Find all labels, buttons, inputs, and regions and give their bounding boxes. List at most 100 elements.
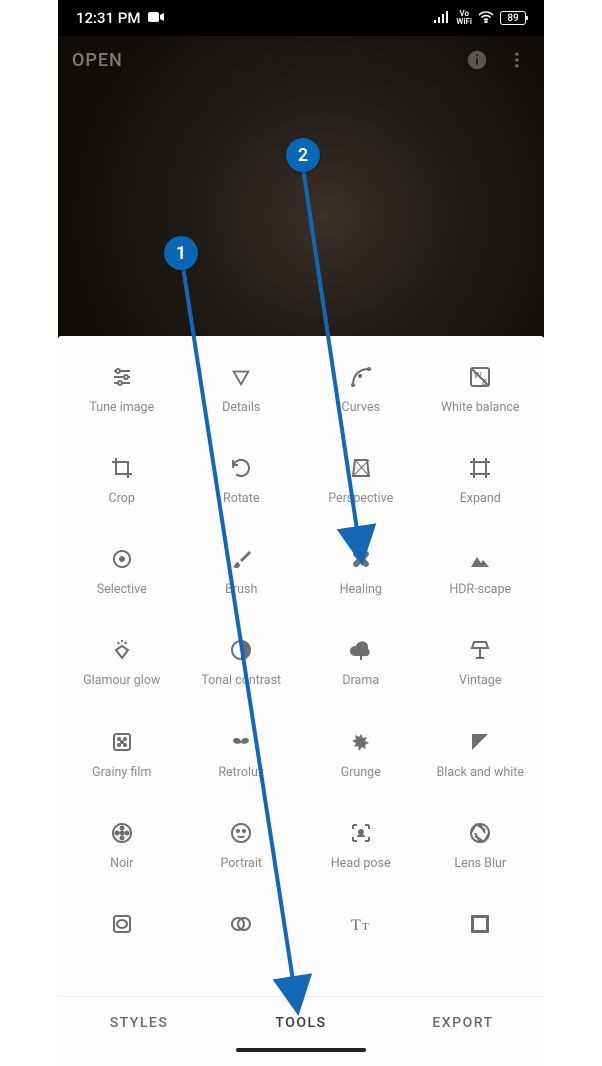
tool-label: Grainy film <box>92 765 151 781</box>
sliders-icon <box>107 362 137 392</box>
status-bar: 12:31 PM Vo WiFi 89 <box>58 0 544 36</box>
camera-icon <box>148 9 164 27</box>
annotation-badge-1: 1 <box>164 236 198 270</box>
tool-label: Noir <box>110 856 133 872</box>
svg-text:T: T <box>362 921 369 933</box>
tool-label: Healing <box>340 582 382 598</box>
letterbox-frame: 12:31 PM Vo WiFi 89 <box>58 0 544 1066</box>
tool-label: Crop <box>109 491 135 507</box>
bandaid-icon <box>346 544 376 574</box>
tool-label: Rotate <box>223 491 259 507</box>
annotation-badge-2: 2 <box>286 138 320 172</box>
tool-portrait[interactable]: Portrait <box>182 810 302 901</box>
tool-white-balance[interactable]: WB White balance <box>421 354 541 445</box>
brush-icon <box>226 544 256 574</box>
tool-lens-blur[interactable]: Lens Blur <box>421 810 541 901</box>
tool-glamour-glow[interactable]: Glamour glow <box>62 627 182 718</box>
tool-healing[interactable]: Healing <box>301 536 421 627</box>
tool-tune-image[interactable]: Tune image <box>62 354 182 445</box>
battery-indicator: 89 <box>500 11 526 25</box>
tool-noir[interactable]: Noir <box>62 810 182 901</box>
curves-icon <box>346 362 376 392</box>
tool-label: Retrolux <box>218 765 264 781</box>
tool-label: Glamour glow <box>83 673 160 689</box>
svg-text:T: T <box>351 917 361 934</box>
bw-square-icon <box>465 727 495 757</box>
tab-styles[interactable]: STYLES <box>58 1015 220 1031</box>
tool-label: Expand <box>460 491 501 507</box>
text-icon: TT <box>346 909 376 939</box>
tool-double-exposure[interactable] <box>182 901 302 992</box>
app-bar: OPEN <box>58 36 544 84</box>
tool-head-pose[interactable]: Head pose <box>301 810 421 901</box>
more-icon[interactable] <box>504 47 530 73</box>
splatter-icon <box>346 727 376 757</box>
mountains-icon <box>465 544 495 574</box>
tool-frames[interactable] <box>421 901 541 992</box>
tool-black-and-white[interactable]: Black and white <box>421 719 541 810</box>
tool-label: HDR-scape <box>449 582 511 598</box>
vignette-icon <box>107 909 137 939</box>
info-icon[interactable] <box>464 47 490 73</box>
tab-tools[interactable]: TOOLS <box>220 1015 382 1031</box>
svg-text:W: W <box>474 371 482 380</box>
home-indicator <box>58 1048 544 1066</box>
grain-icon <box>107 727 137 757</box>
overlap-circles-icon <box>226 909 256 939</box>
tool-label: Grunge <box>341 765 381 781</box>
svg-text:B: B <box>482 378 487 387</box>
tab-export[interactable]: EXPORT <box>382 1015 544 1031</box>
tool-drama[interactable]: Drama <box>301 627 421 718</box>
status-time: 12:31 PM <box>76 9 140 27</box>
tools-grid: Tune image Details Curves WB White balan… <box>58 336 544 996</box>
tool-selective[interactable]: Selective <box>62 536 182 627</box>
crop-icon <box>107 453 137 483</box>
frame-icon <box>465 909 495 939</box>
tool-rotate[interactable]: Rotate <box>182 445 302 536</box>
open-button[interactable]: OPEN <box>72 50 123 71</box>
tool-label: Selective <box>97 582 147 598</box>
tool-retrolux[interactable]: Retrolux <box>182 719 302 810</box>
signal-icon <box>434 9 450 27</box>
sparkle-diamond-icon <box>107 635 137 665</box>
tool-hdr-scape[interactable]: HDR-scape <box>421 536 541 627</box>
tool-label: Brush <box>225 582 257 598</box>
tool-grunge[interactable]: Grunge <box>301 719 421 810</box>
tool-label: Vintage <box>459 673 501 689</box>
head-pose-icon <box>346 818 376 848</box>
tool-label: Tonal contrast <box>201 673 281 689</box>
bottom-nav: STYLES TOOLS EXPORT <box>58 996 544 1048</box>
tool-label: Perspective <box>328 491 393 507</box>
tool-label: Black and white <box>437 765 525 781</box>
face-icon <box>226 818 256 848</box>
photo-preview: OPEN <box>58 36 544 336</box>
tool-label: Tune image <box>89 400 154 416</box>
tool-details[interactable]: Details <box>182 354 302 445</box>
tool-label: Drama <box>342 673 379 689</box>
tool-vintage[interactable]: Vintage <box>421 627 541 718</box>
tool-text[interactable]: TT <box>301 901 421 992</box>
target-icon <box>107 544 137 574</box>
rotate-icon <box>226 453 256 483</box>
tool-curves[interactable]: Curves <box>301 354 421 445</box>
expand-icon <box>465 453 495 483</box>
perspective-icon <box>346 453 376 483</box>
tools-sheet: Tune image Details Curves WB White balan… <box>58 336 544 1066</box>
wb-icon: WB <box>465 362 495 392</box>
tool-grainy-film[interactable]: Grainy film <box>62 719 182 810</box>
tool-label: Curves <box>342 400 380 416</box>
mustache-icon <box>226 727 256 757</box>
tool-expand[interactable]: Expand <box>421 445 541 536</box>
network-label: Vo WiFi <box>456 10 472 26</box>
tool-perspective[interactable]: Perspective <box>301 445 421 536</box>
tool-label: Lens Blur <box>454 856 506 872</box>
tool-crop[interactable]: Crop <box>62 445 182 536</box>
phone-screen: 12:31 PM Vo WiFi 89 <box>58 0 544 1066</box>
wifi-icon <box>478 9 494 27</box>
tool-vignette[interactable] <box>62 901 182 992</box>
tool-tonal-contrast[interactable]: Tonal contrast <box>182 627 302 718</box>
triangle-down-icon <box>226 362 256 392</box>
tool-brush[interactable]: Brush <box>182 536 302 627</box>
tool-label: Details <box>222 400 260 416</box>
tool-label: Portrait <box>221 856 263 872</box>
